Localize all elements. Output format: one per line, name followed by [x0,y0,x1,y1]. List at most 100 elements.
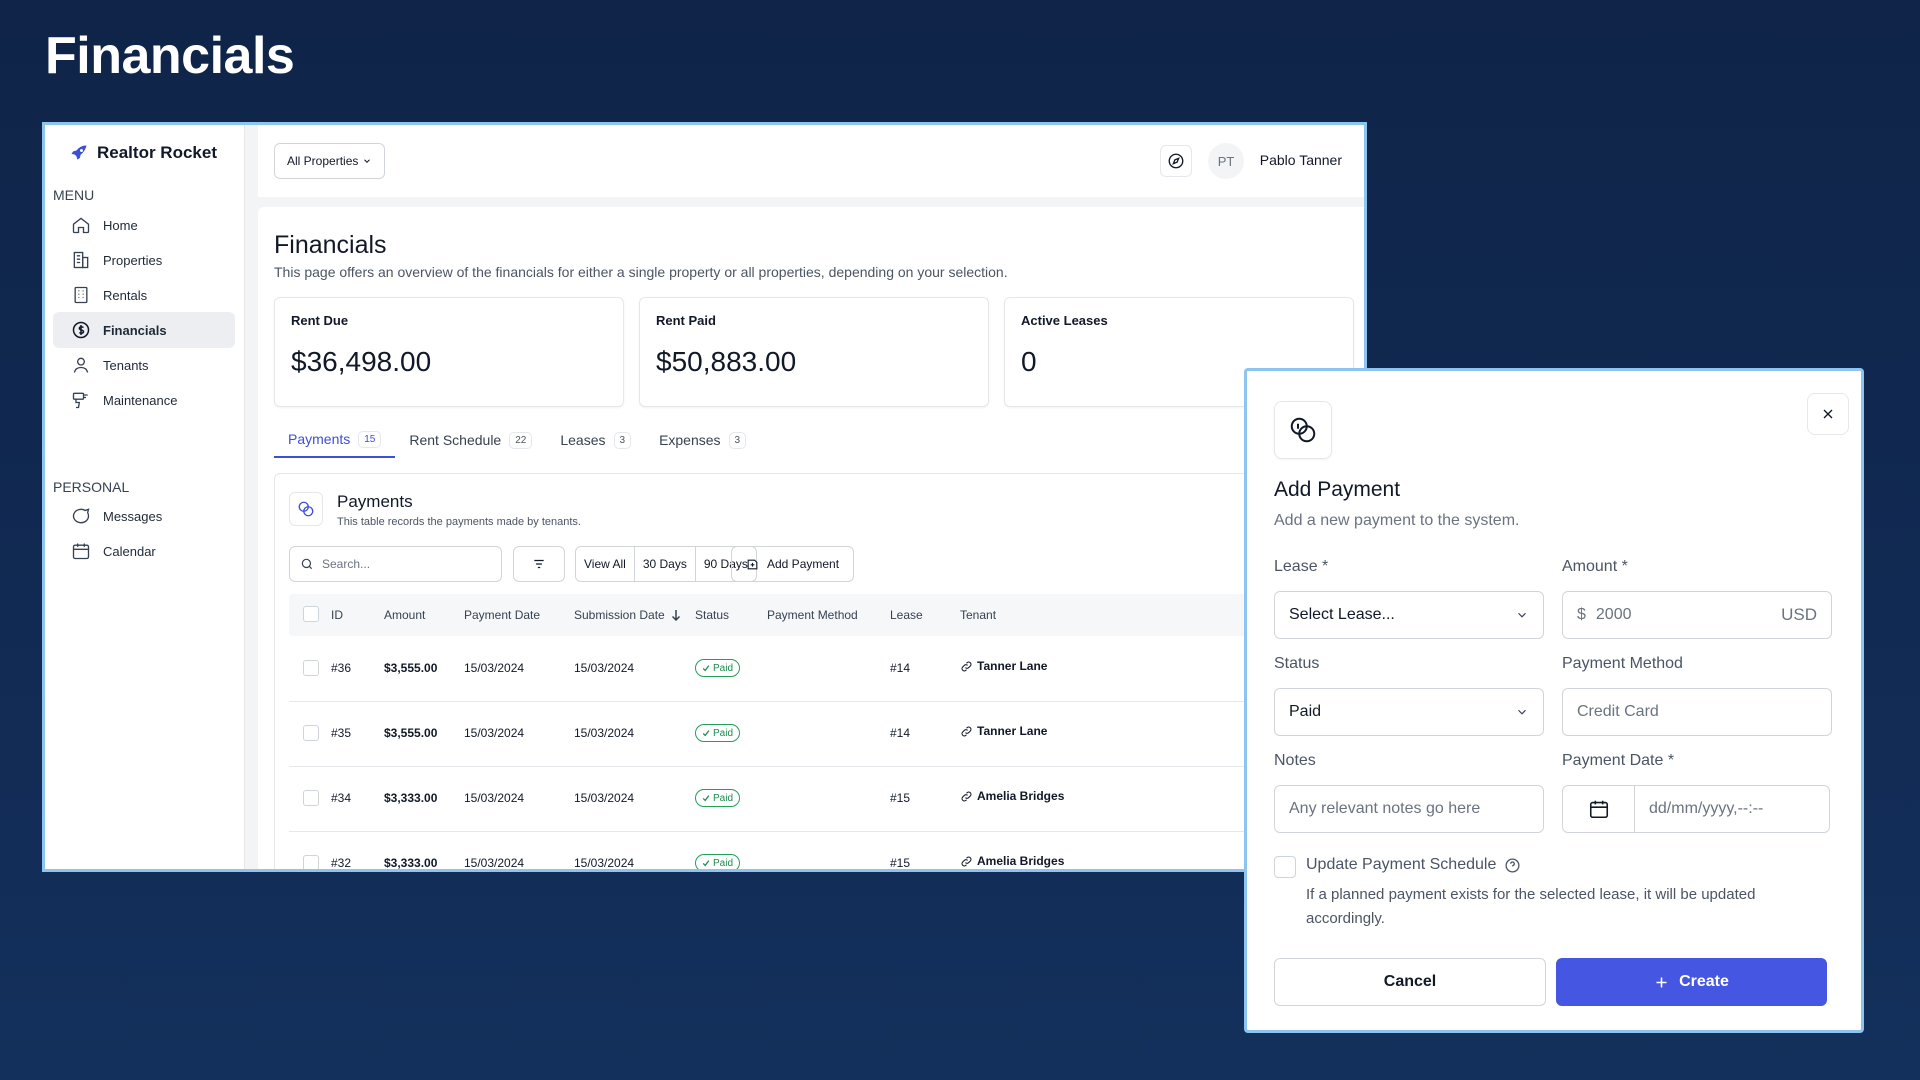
status-label: Paid [713,662,734,674]
update-schedule-checkbox[interactable] [1274,856,1296,878]
sidebar-item-home[interactable]: Home [53,207,235,243]
add-payment-button[interactable]: Add Payment [731,546,855,582]
tab-label: Rent Schedule [409,432,502,448]
tab-leases[interactable]: Leases 3 [546,422,645,458]
table-row[interactable]: #36 $3,555.00 15/03/2024 15/03/2024 Paid… [289,637,1364,702]
close-button[interactable] [1807,393,1849,435]
sidebar-item-maintenance[interactable]: Maintenance [53,382,235,418]
coins-icon [289,492,323,526]
create-button[interactable]: Create [1556,958,1827,1006]
range-30-days[interactable]: 30 Days [635,547,696,581]
sidebar-item-label: Tenants [103,357,149,373]
close-icon [1823,409,1833,419]
sidebar-item-label: Messages [103,508,163,524]
sidebar-item-properties[interactable]: Properties [53,242,235,278]
tab-count: 3 [613,431,632,449]
amount-field[interactable]: $ 2000 USD [1562,591,1832,639]
sidebar-item-tenants[interactable]: Tenants [53,347,235,383]
tenant-name: Amelia Bridges [977,854,1065,868]
notes-label: Notes [1274,752,1316,769]
select-all-checkbox[interactable] [303,606,319,622]
table-row[interactable]: #32 $3,333.00 15/03/2024 15/03/2024 Paid… [289,832,1364,870]
modal-subtitle: Add a new payment to the system. [1274,512,1520,529]
chevron-down-icon [364,159,371,163]
sidebar-item-label: Calendar [103,543,156,559]
plus-icon [1656,977,1667,987]
cell-tenant[interactable]: Amelia Bridges [960,789,1064,803]
payment-method-label: Payment Method [1562,655,1683,672]
column-header-payment-date[interactable]: Payment Date [464,608,540,622]
row-checkbox[interactable] [303,855,319,869]
stat-card-rent-due: Rent Due $36,498.00 [274,297,624,407]
status-select-value: Paid [1289,703,1322,720]
calendar-icon [72,543,90,560]
brand-logo[interactable]: Realtor Rocket [69,143,217,163]
range-selector: View All 30 Days 90 Days [575,546,757,582]
status-badge: Paid [695,854,741,869]
dollar-icon [72,321,90,339]
sidebar-item-label: Home [103,217,138,233]
cell-amount: $3,333.00 [384,856,438,870]
search-input[interactable] [322,557,482,571]
column-header-amount[interactable]: Amount [384,608,425,622]
notes-field[interactable]: Any relevant notes go here [1274,785,1544,833]
row-checkbox[interactable] [303,660,319,676]
tenant-name: Amelia Bridges [977,789,1065,803]
property-select[interactable]: All Properties [274,143,386,179]
rocket-icon [71,145,87,160]
cell-lease: #15 [890,856,911,870]
payment-method-field[interactable]: Credit Card [1562,688,1832,736]
stat-label: Active Leases [1021,313,1108,328]
tab-rent-schedule[interactable]: Rent Schedule 22 [395,422,546,458]
column-header-lease[interactable]: Lease [890,608,923,622]
drill-icon [72,392,88,409]
lease-label: Lease * [1274,558,1329,575]
search-box[interactable] [289,546,502,582]
stat-card-rent-paid: Rent Paid $50,883.00 [639,297,989,407]
sidebar-item-calendar[interactable]: Calendar [53,533,235,569]
sidebar-item-rentals[interactable]: Rentals [53,277,235,313]
tab-expenses[interactable]: Expenses 3 [645,422,760,458]
column-header-payment-method[interactable]: Payment Method [767,608,858,622]
cell-payment-date: 15/03/2024 [464,726,525,740]
payment-date-placeholder: dd/mm/yyyy,--:-- [1649,800,1764,817]
tab-payments[interactable]: Payments 15 [274,422,396,458]
tab-count: 15 [358,430,382,448]
user-name[interactable]: Pablo Tanner [1260,152,1342,168]
cell-tenant[interactable]: Amelia Bridges [960,854,1064,868]
column-header-status[interactable]: Status [695,608,729,622]
link-icon [961,791,972,801]
lease-select[interactable]: Select Lease... [1274,591,1544,639]
calendar-button[interactable] [1563,786,1635,832]
column-header-tenant[interactable]: Tenant [960,608,996,622]
payment-date-field[interactable]: dd/mm/yyyy,--:-- [1562,785,1830,833]
column-header-submission-date[interactable]: Submission Date [574,608,681,622]
avatar[interactable]: PT [1208,143,1244,179]
app-window: Realtor Rocket MENU Home Properties Rent… [42,122,1367,872]
check-icon [702,860,710,867]
range-view-all[interactable]: View All [576,547,635,581]
help-icon[interactable] [1504,857,1521,874]
chevron-down-icon [1518,612,1526,618]
filter-button[interactable] [513,546,565,582]
explore-button[interactable] [1160,145,1192,177]
cell-tenant[interactable]: Tanner Lane [960,724,1047,738]
add-payment-modal: Add Payment Add a new payment to the sys… [1244,368,1864,1033]
filter-icon [534,559,544,569]
cell-id: #34 [331,791,352,805]
column-header-id[interactable]: ID [331,608,343,622]
sidebar-item-financials[interactable]: Financials [53,312,235,348]
sidebar-item-messages[interactable]: Messages [53,498,235,534]
column-header-label: Submission Date [574,608,665,622]
cancel-button[interactable]: Cancel [1274,958,1546,1006]
table-row[interactable]: #35 $3,555.00 15/03/2024 15/03/2024 Paid… [289,702,1364,767]
table-row[interactable]: #34 $3,333.00 15/03/2024 15/03/2024 Paid… [289,767,1364,832]
chevron-down-icon [1518,709,1526,715]
status-select[interactable]: Paid [1274,688,1544,736]
home-icon [72,217,90,234]
row-checkbox[interactable] [303,790,319,806]
cell-lease: #14 [890,661,911,675]
cell-tenant[interactable]: Tanner Lane [960,659,1047,673]
row-checkbox[interactable] [303,725,319,741]
cell-submission-date: 15/03/2024 [574,791,635,805]
